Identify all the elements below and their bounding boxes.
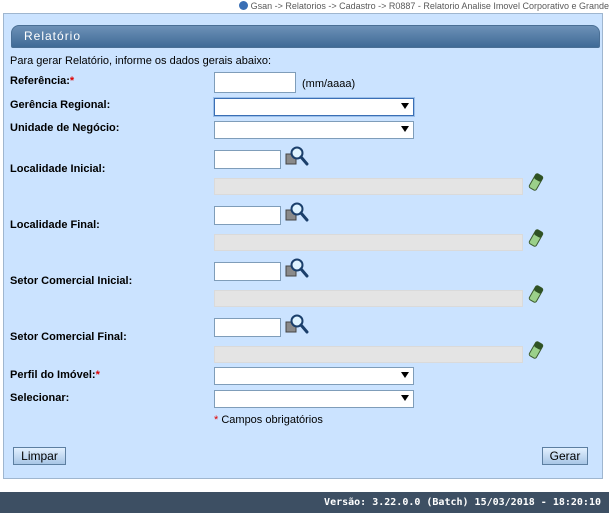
localidade-final-label: Localidade Final: bbox=[10, 219, 100, 231]
chevron-down-icon bbox=[401, 395, 409, 401]
globe-icon bbox=[238, 1, 248, 10]
setor-final-label: Setor Comercial Final: bbox=[10, 331, 127, 343]
chevron-down-icon bbox=[401, 126, 409, 132]
gerar-button[interactable]: Gerar bbox=[542, 447, 588, 465]
required-mark: * bbox=[214, 414, 219, 426]
eraser-icon[interactable] bbox=[528, 340, 544, 360]
setor-final-description bbox=[214, 346, 523, 363]
required-mark: * bbox=[69, 75, 75, 87]
limpar-button[interactable]: Limpar bbox=[13, 447, 66, 465]
eraser-icon[interactable] bbox=[528, 172, 544, 192]
setor-inicial-description bbox=[214, 290, 523, 307]
magnifier-icon[interactable] bbox=[285, 257, 309, 279]
localidade-inicial-label: Localidade Inicial: bbox=[10, 163, 106, 175]
setor-inicial-input[interactable] bbox=[214, 262, 281, 281]
magnifier-icon[interactable] bbox=[285, 201, 309, 223]
localidade-inicial-input[interactable] bbox=[214, 150, 281, 169]
referencia-format-hint: (mm/aaaa) bbox=[302, 78, 356, 90]
localidade-inicial-description bbox=[214, 178, 523, 195]
required-fields-note: * Campos obrigatórios bbox=[214, 414, 323, 426]
breadcrumb-text: Gsan -> Relatorios -> Cadastro -> R0887 … bbox=[250, 1, 609, 11]
setor-inicial-label: Setor Comercial Inicial: bbox=[10, 275, 133, 287]
perfil-label-text: Perfil do Imóvel: bbox=[10, 369, 96, 381]
magnifier-icon[interactable] bbox=[285, 145, 309, 167]
required-mark: * bbox=[95, 369, 100, 381]
setor-final-input[interactable] bbox=[214, 318, 281, 337]
eraser-icon[interactable] bbox=[528, 228, 544, 248]
required-note-text: Campos obrigatórios bbox=[221, 414, 323, 426]
intro-text: Para gerar Relatório, informe os dados g… bbox=[10, 55, 272, 67]
referencia-label: Referência:* bbox=[10, 75, 74, 87]
localidade-final-input[interactable] bbox=[214, 206, 281, 225]
version-footer: Versão: 3.22.0.0 (Batch) 15/03/2018 - 18… bbox=[0, 492, 609, 513]
unidade-label: Unidade de Negócio: bbox=[10, 122, 120, 134]
panel-title: Relatório bbox=[11, 25, 600, 48]
gerencia-select[interactable] bbox=[214, 98, 414, 116]
chevron-down-icon bbox=[401, 103, 409, 109]
gerencia-label: Gerência Regional: bbox=[10, 99, 111, 111]
referencia-label-text: Referência: bbox=[10, 75, 70, 87]
perfil-select[interactable] bbox=[214, 367, 414, 385]
eraser-icon[interactable] bbox=[528, 284, 544, 304]
referencia-input[interactable] bbox=[214, 72, 296, 93]
selecionar-select[interactable] bbox=[214, 390, 414, 408]
localidade-final-description bbox=[214, 234, 523, 251]
unidade-select[interactable] bbox=[214, 121, 414, 139]
selecionar-label: Selecionar: bbox=[10, 392, 70, 404]
magnifier-icon[interactable] bbox=[285, 313, 309, 335]
breadcrumb: Gsan -> Relatorios -> Cadastro -> R0887 … bbox=[0, 0, 609, 12]
chevron-down-icon bbox=[401, 372, 409, 378]
perfil-label: Perfil do Imóvel:* bbox=[10, 369, 100, 381]
